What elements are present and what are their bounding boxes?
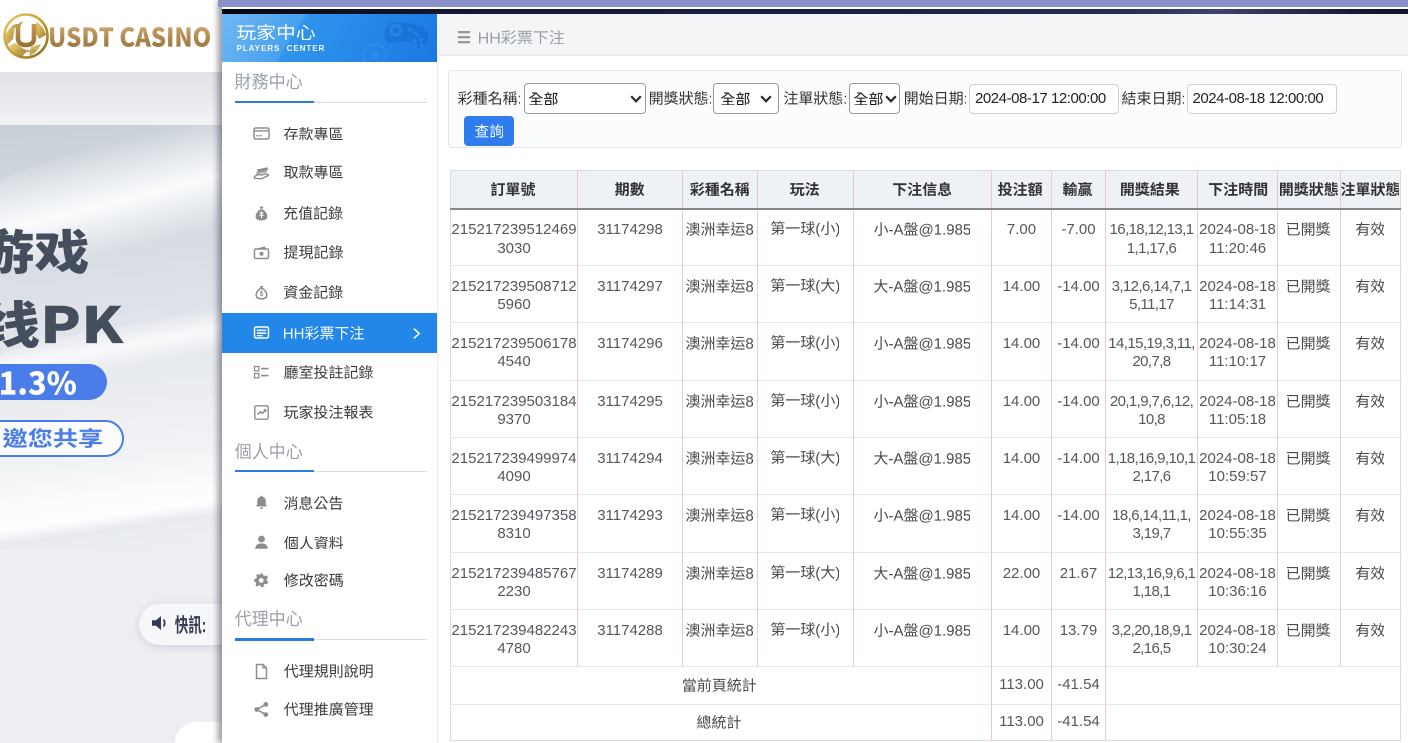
svg-text:CASINO: CASINO [17, 49, 35, 54]
svg-text:$: $ [260, 291, 264, 298]
